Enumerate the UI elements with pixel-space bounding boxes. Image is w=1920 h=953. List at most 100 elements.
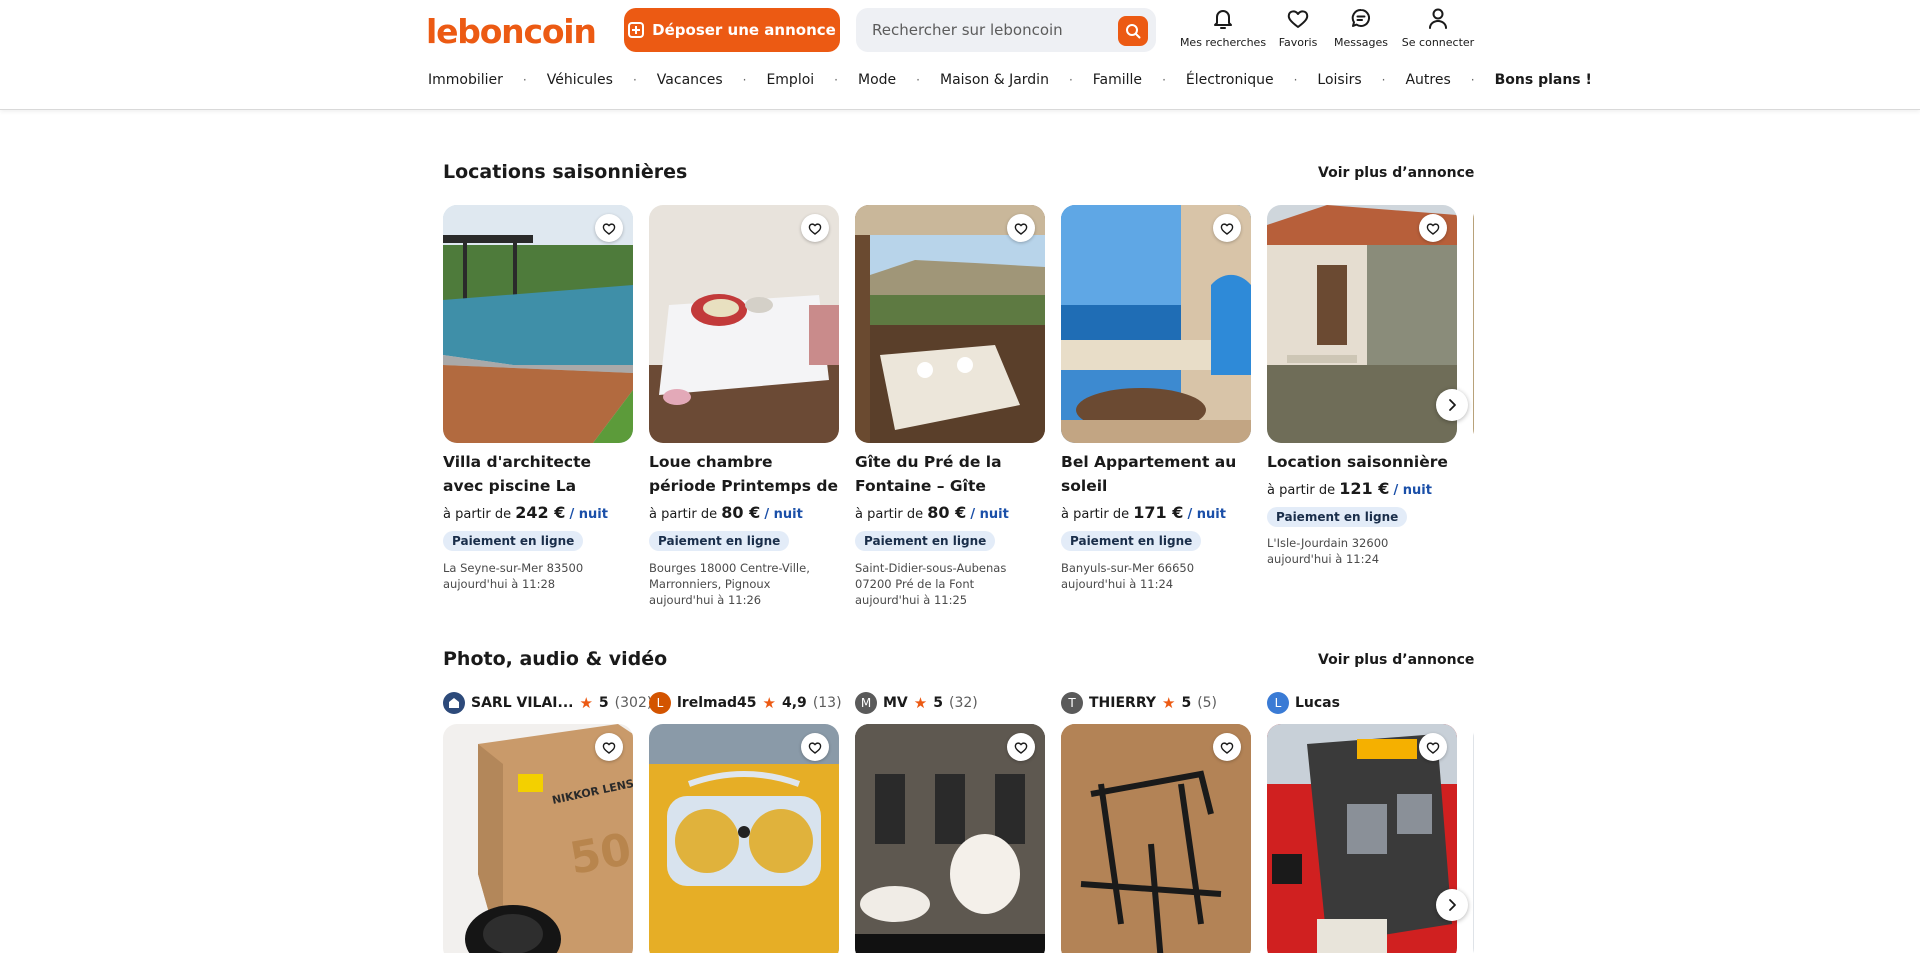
listing-date: aujourd'hui à 11:24 [1267,552,1380,566]
seller-review-count: (302) [614,695,653,711]
heart-icon [1220,741,1234,754]
nav-separator: · [632,73,637,87]
price-prefix: à partir de [1061,507,1130,522]
nav-separator: · [1381,73,1386,87]
listing-price: à partir de 80 € / nuit [649,503,803,522]
search-icon [1126,24,1141,39]
my-searches-label: Mes recherches [1179,36,1267,49]
price-prefix: à partir de [855,507,924,522]
price-unit: / nuit [1187,507,1226,522]
search-input[interactable] [872,21,1112,39]
heart-icon [1014,222,1028,235]
seller-avatar: L [649,692,671,714]
seller-info[interactable]: T THIERRY ★ 5 (5) [1061,692,1217,714]
seller-info[interactable]: SARL VILAI... ★ 5 (302) [443,692,652,714]
nav-loisirs[interactable]: Loisirs [1317,72,1361,88]
heart-icon [602,222,616,235]
listing-title[interactable]: Location saisonnière [1267,450,1457,474]
price-value: 121 € [1339,479,1390,498]
seller-name: lrelmad45 [677,695,757,711]
listing-location: Bourges 18000 Centre-Ville, Marronniers,… [649,561,810,591]
price-unit: / nuit [569,507,608,522]
nav-vehicules[interactable]: Véhicules [547,72,613,88]
login-button[interactable]: Se connecter [1396,6,1480,49]
listing-location: La Seyne-sur-Mer 83500 [443,561,584,575]
price-prefix: à partir de [443,507,512,522]
my-searches-button[interactable]: Mes recherches [1176,6,1270,49]
heart-icon [808,222,822,235]
seller-avatar [443,692,465,714]
post-ad-button[interactable]: Déposer une annonce [624,8,840,52]
price-value: 171 € [1133,503,1184,522]
nav-separator: · [916,73,920,87]
seller-info[interactable]: M MV ★ 5 (32) [855,692,978,714]
login-label: Se connecter [1401,36,1475,49]
nav-separator: · [742,73,747,87]
listing-location: L'Isle-Jourdain 32600 [1267,536,1389,550]
listing-title[interactable]: Villa d'architecte avec piscine La Seyne… [443,450,633,498]
favorite-button[interactable] [1419,214,1447,242]
search-button[interactable] [1118,16,1148,46]
seller-rating: 5 [1181,695,1192,711]
online-payment-badge: Paiement en ligne [855,531,996,551]
heart-icon [1220,222,1234,235]
favorite-button[interactable] [595,733,623,761]
seller-avatar: T [1061,692,1083,714]
search-bar [856,8,1156,52]
nav-mode[interactable]: Mode [858,72,896,88]
price-prefix: à partir de [1267,483,1336,498]
nav-vacances[interactable]: Vacances [657,72,723,88]
favorite-button[interactable] [801,214,829,242]
nav-separator: · [1293,73,1298,87]
favorite-button[interactable] [1007,214,1035,242]
online-payment-badge: Paiement en ligne [1061,531,1202,551]
heart-icon [1014,741,1028,754]
leboncoin-logo[interactable]: leboncoin [426,12,597,51]
nav-immobilier[interactable]: Immobilier [428,72,503,88]
messages-button[interactable]: Messages [1326,6,1396,49]
seller-info[interactable]: L Lucas [1267,692,1340,714]
favorite-button[interactable] [1213,214,1241,242]
price-unit: / nuit [764,507,803,522]
online-payment-badge: Paiement en ligne [1267,507,1408,527]
listing-date: aujourd'hui à 11:25 [855,593,968,607]
nav-bons-plans[interactable]: Bons plans ! [1495,72,1592,88]
nav-emploi[interactable]: Emploi [766,72,814,88]
nav-maison-jardin[interactable]: Maison & Jardin [940,72,1049,88]
favorites-button[interactable]: Favoris [1270,6,1326,49]
seller-name: MV [883,695,908,711]
user-icon [1429,8,1447,29]
carousel-next-button[interactable] [1436,389,1468,421]
seller-review-count: (13) [812,695,842,711]
heart-icon [808,741,822,754]
favorite-button[interactable] [1213,733,1241,761]
price-value: 242 € [515,503,566,522]
seller-info[interactable]: L lrelmad45 ★ 4,9 (13) [649,692,842,714]
nav-autres[interactable]: Autres [1405,72,1450,88]
online-payment-badge: Paiement en ligne [649,531,790,551]
section-title-photo-audio: Photo, audio & vidéo [443,648,668,670]
seller-name: THIERRY [1089,695,1156,711]
favorite-button[interactable] [1007,733,1035,761]
site-header: leboncoin Déposer une annonce Mes recher… [0,0,1920,110]
online-payment-badge: Paiement en ligne [443,531,584,551]
seller-rating: 4,9 [782,695,807,711]
nav-electronique[interactable]: Électronique [1186,72,1274,88]
nav-famille[interactable]: Famille [1093,72,1142,88]
star-icon: ★ [579,694,593,712]
post-ad-label: Déposer une annonce [652,21,836,39]
favorite-button[interactable] [1419,733,1447,761]
seller-name: Lucas [1295,695,1340,711]
listing-title[interactable]: Gîte du Pré de la Fontaine – Gîte nature… [855,450,1045,498]
listing-price: à partir de 80 € / nuit [855,503,1009,522]
shop-icon [449,698,459,708]
price-value: 80 € [721,503,761,522]
listing-title[interactable]: Loue chambre période Printemps de Bourge… [649,450,839,498]
listing-title[interactable]: Bel Appartement au soleil [1061,450,1251,498]
carousel-next-button[interactable] [1436,889,1468,921]
favorite-button[interactable] [595,214,623,242]
listing-date: aujourd'hui à 11:26 [649,593,762,607]
nav-separator: · [834,73,838,87]
favorite-button[interactable] [801,733,829,761]
chevron-right-icon [1449,899,1456,911]
